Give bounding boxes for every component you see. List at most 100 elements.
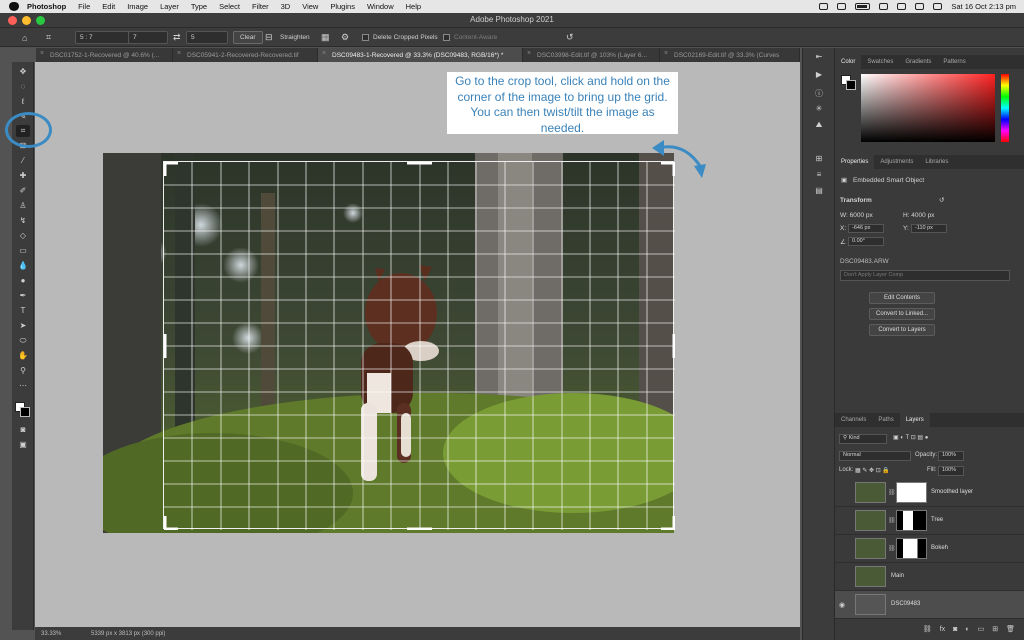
menu-plugins[interactable]: Plugins [330, 2, 355, 11]
opacity-field[interactable]: 100% [938, 451, 964, 461]
eye-icon[interactable]: ◉ [839, 601, 845, 609]
tab-channels[interactable]: Channels [835, 413, 872, 427]
zoom-level[interactable]: 33.33% [41, 631, 81, 637]
layer-filter-icons[interactable]: ▣ ◐ T ⊡ ▤ ● [893, 434, 928, 441]
new-layer-icon[interactable]: ⊞ [992, 625, 998, 633]
fx-icon[interactable]: fx [940, 626, 945, 633]
layer-row[interactable]: ⛓ Smoothed layer [835, 479, 1024, 507]
tab-doc-5[interactable]: × DSC02169-Edit.tif @ 33.3% (Curves [660, 48, 800, 62]
trash-icon[interactable]: 🗑 [1006, 625, 1015, 633]
layer-mask-thumbnail[interactable] [896, 482, 927, 503]
history-icon[interactable]: ⇤ [812, 52, 826, 64]
link-icon[interactable]: ⛓ [888, 545, 896, 552]
crop-tool-icon[interactable]: ⌗ [46, 31, 51, 44]
eraser-tool-icon[interactable]: ◇ [16, 230, 30, 242]
menu-file[interactable]: File [78, 2, 90, 11]
hand-tool-icon[interactable]: ✋ [16, 350, 30, 362]
pen-tool-icon[interactable]: ✒ [16, 290, 30, 302]
search-icon[interactable] [915, 3, 925, 10]
adjustment-layer-icon[interactable]: ◐ [965, 626, 969, 633]
delete-cropped-checkbox[interactable]: Delete Cropped Pixels [362, 31, 438, 44]
history-brush-tool-icon[interactable]: ↯ [16, 215, 30, 227]
dropbox-icon[interactable] [837, 3, 847, 10]
fill-field[interactable]: 100% [938, 466, 964, 476]
libraries-icon[interactable]: ▤ [812, 186, 826, 198]
color-bg-swatch[interactable] [846, 80, 856, 90]
creative-cloud-icon[interactable] [819, 3, 829, 10]
crop-frame[interactable] [163, 161, 675, 530]
move-tool-icon[interactable]: ✥ [16, 66, 30, 78]
background-color-swatch[interactable] [20, 407, 30, 417]
path-select-tool-icon[interactable]: ➤ [16, 320, 30, 332]
gear-icon[interactable]: ⚙ [341, 31, 349, 44]
lock-icons[interactable]: ▦ ✎ ✥ ⊡ 🔒 [855, 467, 890, 474]
layer-mask-thumbnail[interactable] [896, 538, 927, 559]
layer-mask-thumbnail[interactable] [896, 510, 927, 531]
edit-contents-button[interactable]: Edit Contents [869, 292, 935, 304]
content-aware-checkbox[interactable]: Content-Aware [443, 31, 497, 44]
crop-width-field[interactable]: 7 [128, 31, 168, 44]
convert-linked-button[interactable]: Convert to Linked... [869, 308, 935, 320]
type-tool-icon[interactable]: T [16, 305, 30, 317]
crop-height-field[interactable]: 5 [186, 31, 228, 44]
layer-comp-select[interactable]: Don't Apply Layer Comp [840, 270, 1010, 281]
healing-tool-icon[interactable]: ✚ [16, 170, 30, 182]
tab-layers[interactable]: Layers [899, 413, 930, 427]
link-icon[interactable]: ⛓ [888, 517, 896, 524]
tab-doc-2[interactable]: × DSC05941-2-Recovered-Recovered.tif [173, 48, 318, 62]
clear-button[interactable]: Clear [233, 31, 263, 44]
layer-row-selected[interactable]: ◉ DSC09483 [835, 591, 1024, 619]
tab-doc-4[interactable]: × DSC03998-Edit.tif @ 103% (Layer 6... [523, 48, 660, 62]
navigator-icon[interactable]: ⛰ [812, 120, 826, 132]
reset-icon[interactable]: ↺ [566, 31, 574, 44]
menu-select[interactable]: Select [219, 2, 240, 11]
properties-icon[interactable]: ⊞ [812, 154, 826, 166]
straighten-button[interactable]: Straighten [280, 31, 310, 44]
tab-libraries[interactable]: Libraries [919, 155, 954, 169]
menu-layer[interactable]: Layer [160, 2, 179, 11]
color-field[interactable] [861, 74, 995, 142]
control-center-icon[interactable] [933, 3, 943, 10]
menu-window[interactable]: Window [367, 2, 394, 11]
grid-overlay-icon[interactable]: ▦ [321, 31, 330, 44]
menu-filter[interactable]: Filter [252, 2, 269, 11]
tab-adjustments[interactable]: Adjustments [874, 155, 919, 169]
layer-row[interactable]: Main [835, 563, 1024, 591]
wifi-icon[interactable] [879, 3, 889, 10]
adjustments-icon[interactable]: ≡ [812, 170, 826, 182]
tab-doc-1[interactable]: × DSC01752-1-Recovered @ 40.6% (... [36, 48, 173, 62]
play-actions-icon[interactable]: ▶ [812, 70, 826, 82]
dodge-tool-icon[interactable]: ● [16, 275, 30, 287]
info-icon[interactable]: ⓘ [812, 88, 826, 100]
marquee-tool-icon[interactable]: ◌ [16, 81, 30, 93]
menu-view[interactable]: View [302, 2, 318, 11]
tab-swatches[interactable]: Swatches [861, 55, 899, 69]
clock-icon[interactable] [897, 3, 907, 10]
eyedropper-tool-icon[interactable]: ⁄ [16, 155, 30, 167]
layer-row[interactable]: ⛓ Bokeh [835, 535, 1024, 563]
tab-gradients[interactable]: Gradients [899, 55, 937, 69]
more-tools-icon[interactable]: ⋯ [16, 380, 30, 392]
battery-icon[interactable] [855, 3, 871, 10]
checkbox-box[interactable] [443, 34, 450, 41]
straighten-icon[interactable]: ⊟ [265, 31, 273, 44]
filter-kind-select[interactable]: ⚲ Kind [839, 434, 887, 444]
brush-tool-icon[interactable]: ✐ [16, 185, 30, 197]
screen-mode-icon[interactable]: ▣ [16, 439, 30, 451]
menu-app[interactable]: Photoshop [27, 2, 66, 11]
close-tab-icon[interactable]: × [527, 50, 531, 57]
reset-transform-icon[interactable]: ↺ [939, 196, 944, 204]
link-layers-icon[interactable]: ⛓ [923, 625, 932, 633]
hue-slider[interactable] [1001, 74, 1009, 142]
tab-patterns[interactable]: Patterns [937, 55, 971, 69]
close-tab-icon[interactable]: × [177, 50, 181, 57]
brush-settings-icon[interactable]: ✳ [812, 104, 826, 116]
menu-3d[interactable]: 3D [281, 2, 291, 11]
gradient-tool-icon[interactable]: ▭ [16, 245, 30, 257]
tab-color[interactable]: Color [835, 55, 862, 69]
menubar-clock[interactable]: Sat 16 Oct 2:13 pm [951, 2, 1016, 11]
blur-tool-icon[interactable]: 💧 [16, 260, 30, 272]
close-tab-icon[interactable]: × [664, 50, 668, 57]
x-field[interactable]: -646 px [848, 224, 884, 233]
tab-doc-3-active[interactable]: × DSC09483-1-Recovered @ 33.3% (DSC09483,… [318, 48, 523, 62]
